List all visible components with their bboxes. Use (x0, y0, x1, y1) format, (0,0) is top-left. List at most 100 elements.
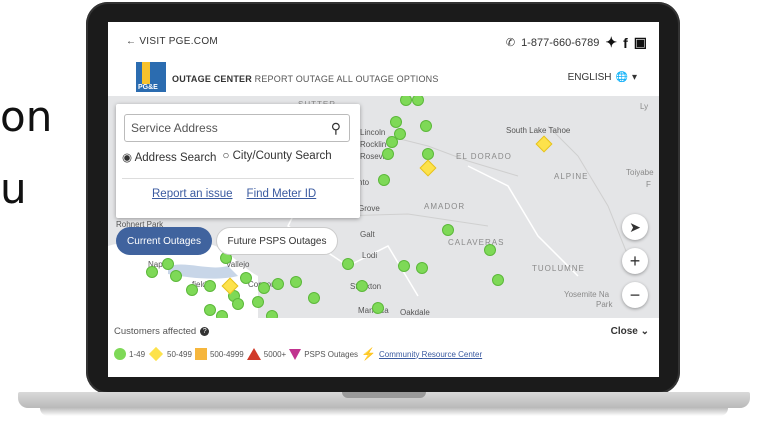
outage-marker[interactable] (390, 116, 402, 128)
outage-marker[interactable] (484, 244, 496, 256)
plug-icon: ⚡ (361, 347, 376, 361)
back-link-label: VISIT PGE.COM (139, 36, 219, 47)
phone-number[interactable]: 1-877-660-6789 (521, 37, 599, 49)
outage-marker[interactable] (378, 174, 390, 186)
search-icon[interactable]: ⚲ (331, 120, 341, 137)
language-label: ENGLISH (567, 72, 612, 83)
chevron-down-icon: ⌄ (640, 326, 649, 337)
legend-yellow-diamond-icon (148, 346, 164, 362)
map-label-galt: Galt (360, 230, 375, 239)
legend-close-button[interactable]: Close ⌄ (611, 326, 649, 337)
outage-marker[interactable] (416, 262, 428, 274)
map-label-toiyabe: Toiyabe (626, 168, 654, 177)
twitter-icon[interactable]: ✦ (605, 34, 617, 51)
outage-marker[interactable] (372, 302, 384, 314)
map-label-oakdale: Oakdale (400, 308, 430, 317)
nav-links: OUTAGE CENTER REPORT OUTAGE ALL OUTAGE O… (172, 74, 439, 84)
legend-range-2: 50-499 (167, 349, 192, 359)
search-panel-divider (122, 178, 354, 179)
help-icon[interactable]: ? (200, 327, 210, 336)
map-label-toiyabe-f: F (646, 180, 651, 189)
map-label-elk-grove: Grove (358, 204, 380, 213)
tab-future-psps-outages[interactable]: Future PSPS Outages (216, 227, 338, 255)
report-issue-link[interactable]: Report an issue (152, 188, 233, 200)
outage-marker[interactable] (252, 296, 264, 308)
nav-other-links[interactable]: REPORT OUTAGE ALL OUTAGE OPTIONS (255, 74, 439, 84)
tab-current-outages[interactable]: Current Outages (116, 227, 212, 255)
laptop-screen: ← VISIT PGE.COM ✆ 1-877-660-6789 ✦ f ▣ P… (108, 22, 659, 377)
legend-psps-triangle-icon (289, 348, 302, 360)
phone-icon: ✆ (505, 37, 516, 49)
map-label-el-dorado: EL DORADO (456, 152, 512, 161)
background-text-line2: u (0, 164, 27, 213)
zoom-in-button[interactable]: + (622, 248, 648, 274)
outage-marker[interactable] (266, 310, 278, 318)
nav-outage-center[interactable]: OUTAGE CENTER (172, 74, 252, 84)
navigation-arrow-icon: ➤ (629, 218, 641, 235)
top-right-bar: ✆ 1-877-660-6789 ✦ f ▣ (506, 34, 647, 51)
outage-marker[interactable] (204, 304, 216, 316)
outage-marker[interactable] (240, 272, 252, 284)
plus-icon: + (629, 250, 641, 271)
outage-marker[interactable] (146, 266, 158, 278)
zoom-out-button[interactable]: − (622, 282, 648, 308)
locate-me-button[interactable]: ➤ (622, 214, 648, 240)
map-label-rocklin: Rocklin (360, 140, 387, 149)
outage-marker[interactable] (170, 270, 182, 282)
back-link[interactable]: ← VISIT PGE.COM (126, 36, 218, 47)
arrow-left-icon: ← (126, 36, 137, 47)
legend-close-label: Close (610, 326, 638, 337)
outage-marker[interactable] (204, 280, 216, 292)
legend-green-circle-icon (114, 348, 126, 360)
map-label-lodi: Lodi (362, 251, 378, 260)
youtube-icon[interactable]: ▣ (634, 34, 647, 51)
outage-marker[interactable] (186, 284, 198, 296)
language-selector[interactable]: ENGLISH 🌐 ▾ (568, 72, 637, 83)
map-label-tuolumne: TUOLUMNE (532, 264, 585, 273)
map-label-park: Park (596, 300, 613, 309)
find-meter-id-link[interactable]: Find Meter ID (247, 188, 317, 200)
legend-title-text: Customers affected (114, 326, 197, 337)
outage-marker[interactable] (342, 258, 354, 270)
search-mode-radios: ◉ Address Search ○ City/County Search (122, 150, 332, 164)
legend-psps: PSPS Outages (304, 349, 359, 359)
legend-range-1: 1-49 (129, 349, 146, 359)
legend-range-4: 5000+ (263, 349, 287, 359)
map-label-alpine: ALPINE (554, 172, 589, 181)
outage-marker[interactable] (382, 148, 394, 160)
outage-marker[interactable] (420, 120, 432, 132)
radio-address-label: Address Search (134, 152, 217, 164)
outage-marker[interactable] (232, 298, 244, 310)
map-label-lyon: Ly (640, 102, 649, 111)
pge-logo[interactable]: PG&E (136, 62, 166, 92)
map-label-south-lake-tahoe: South Lake Tahoe (506, 126, 571, 135)
caret-down-icon: ▾ (631, 72, 637, 83)
outage-marker[interactable] (442, 224, 454, 236)
outage-marker[interactable] (162, 258, 174, 270)
facebook-icon[interactable]: f (623, 35, 628, 51)
outage-marker[interactable] (398, 260, 410, 272)
outage-marker[interactable] (308, 292, 320, 304)
laptop-notch (342, 392, 426, 398)
outage-marker[interactable] (356, 280, 368, 292)
legend-title: Customers affected ? (114, 326, 210, 337)
map-label-yosemite: Yosemite Na (564, 290, 610, 299)
outage-marker[interactable] (492, 274, 504, 286)
radio-address-search[interactable]: ◉ Address Search (122, 150, 216, 164)
globe-icon: 🌐 (615, 72, 628, 83)
outage-marker[interactable] (272, 278, 284, 290)
outage-marker[interactable] (290, 276, 302, 288)
outage-marker[interactable] (216, 310, 228, 318)
map-label-lincoln: Lincoln (360, 128, 386, 137)
radio-city-search[interactable]: ○ City/County Search (222, 150, 331, 164)
search-panel: Service Address ⚲ ◉ Address Search ○ Cit… (116, 104, 360, 218)
nav-bar: PG&E OUTAGE CENTER REPORT OUTAGE ALL OUT… (108, 60, 659, 96)
minus-icon: − (629, 284, 641, 305)
outage-marker[interactable] (258, 282, 270, 294)
outage-marker[interactable] (422, 148, 434, 160)
outage-marker[interactable] (386, 136, 398, 148)
community-resource-center-link[interactable]: Community Resource Center (379, 350, 482, 359)
search-input[interactable]: Service Address ⚲ (124, 114, 350, 142)
legend-orange-square-icon (194, 348, 207, 360)
legend-red-triangle-icon (246, 348, 261, 360)
